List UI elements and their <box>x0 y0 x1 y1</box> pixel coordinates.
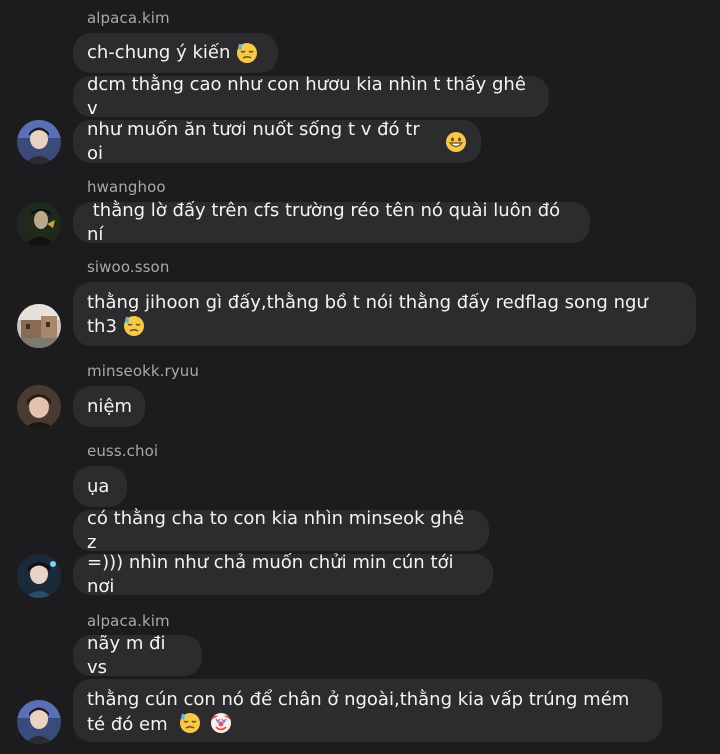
message-bubble[interactable]: =))) nhìn như chả muốn chửi min cún tới … <box>73 552 493 597</box>
message-text: dcm thằng cao như con hươu kia nhìn t th… <box>87 73 532 119</box>
downcast-sweat-face-icon <box>123 315 145 337</box>
avatar[interactable] <box>17 304 61 348</box>
message-bubble[interactable]: nãy m đi vs <box>73 633 202 678</box>
message-text: ch-chung ý kiến <box>87 42 231 63</box>
avatar[interactable] <box>17 700 61 744</box>
message-text: thằng cún con nó để chân ở ngoài,thằng k… <box>87 689 636 735</box>
message-text: có thằng cha to con kia nhìn minseok ghê… <box>87 507 470 553</box>
message-text: nãy m đi vs <box>87 632 172 678</box>
message-bubble[interactable]: có thằng cha to con kia nhìn minseok ghê… <box>73 508 489 553</box>
avatar[interactable] <box>17 385 61 429</box>
message-bubble[interactable]: thằng cún con nó để chân ở ngoài,thằng k… <box>73 679 662 742</box>
message-text: ụa <box>87 475 110 497</box>
sender-name[interactable]: minseokk.ryuu <box>87 362 199 380</box>
message-bubble[interactable]: ụa <box>73 466 127 507</box>
message-text: thằng lờ đấy trên cfs trường réo tên nó … <box>87 199 566 245</box>
message-bubble[interactable]: dcm thằng cao như con hươu kia nhìn t th… <box>73 74 549 119</box>
downcast-sweat-face-icon <box>236 42 258 64</box>
message-bubble[interactable]: ch-chung ý kiến <box>73 33 278 73</box>
sender-name[interactable]: euss.choi <box>87 442 158 460</box>
sender-name[interactable]: siwoo.sson <box>87 258 169 276</box>
sender-name[interactable]: alpaca.kim <box>87 9 170 27</box>
message-bubble[interactable]: niệm <box>73 386 145 427</box>
avatar[interactable] <box>17 554 61 598</box>
message-text: thằng jihoon gì đấy,thằng bồ t nói thằng… <box>87 292 654 337</box>
message-text: =))) nhìn như chả muốn chửi min cún tới … <box>87 551 460 597</box>
message-text: niệm <box>87 395 133 417</box>
sender-name[interactable]: hwanghoo <box>87 178 166 196</box>
grinning-face-icon <box>445 131 467 153</box>
message-bubble[interactable]: thằng jihoon gì đấy,thằng bồ t nói thằng… <box>73 282 696 346</box>
clown-face-icon <box>210 712 232 734</box>
message-text: như muốn ăn tươi nuốt sống t v đó tr oi <box>87 118 426 164</box>
avatar[interactable] <box>17 202 61 246</box>
avatar[interactable] <box>17 120 61 164</box>
sender-name[interactable]: alpaca.kim <box>87 612 170 630</box>
message-bubble[interactable]: như muốn ăn tươi nuốt sống t v đó tr oi <box>73 118 481 164</box>
downcast-sweat-face-icon <box>179 712 201 734</box>
message-bubble[interactable]: thằng lờ đấy trên cfs trường réo tên nó … <box>73 200 590 245</box>
